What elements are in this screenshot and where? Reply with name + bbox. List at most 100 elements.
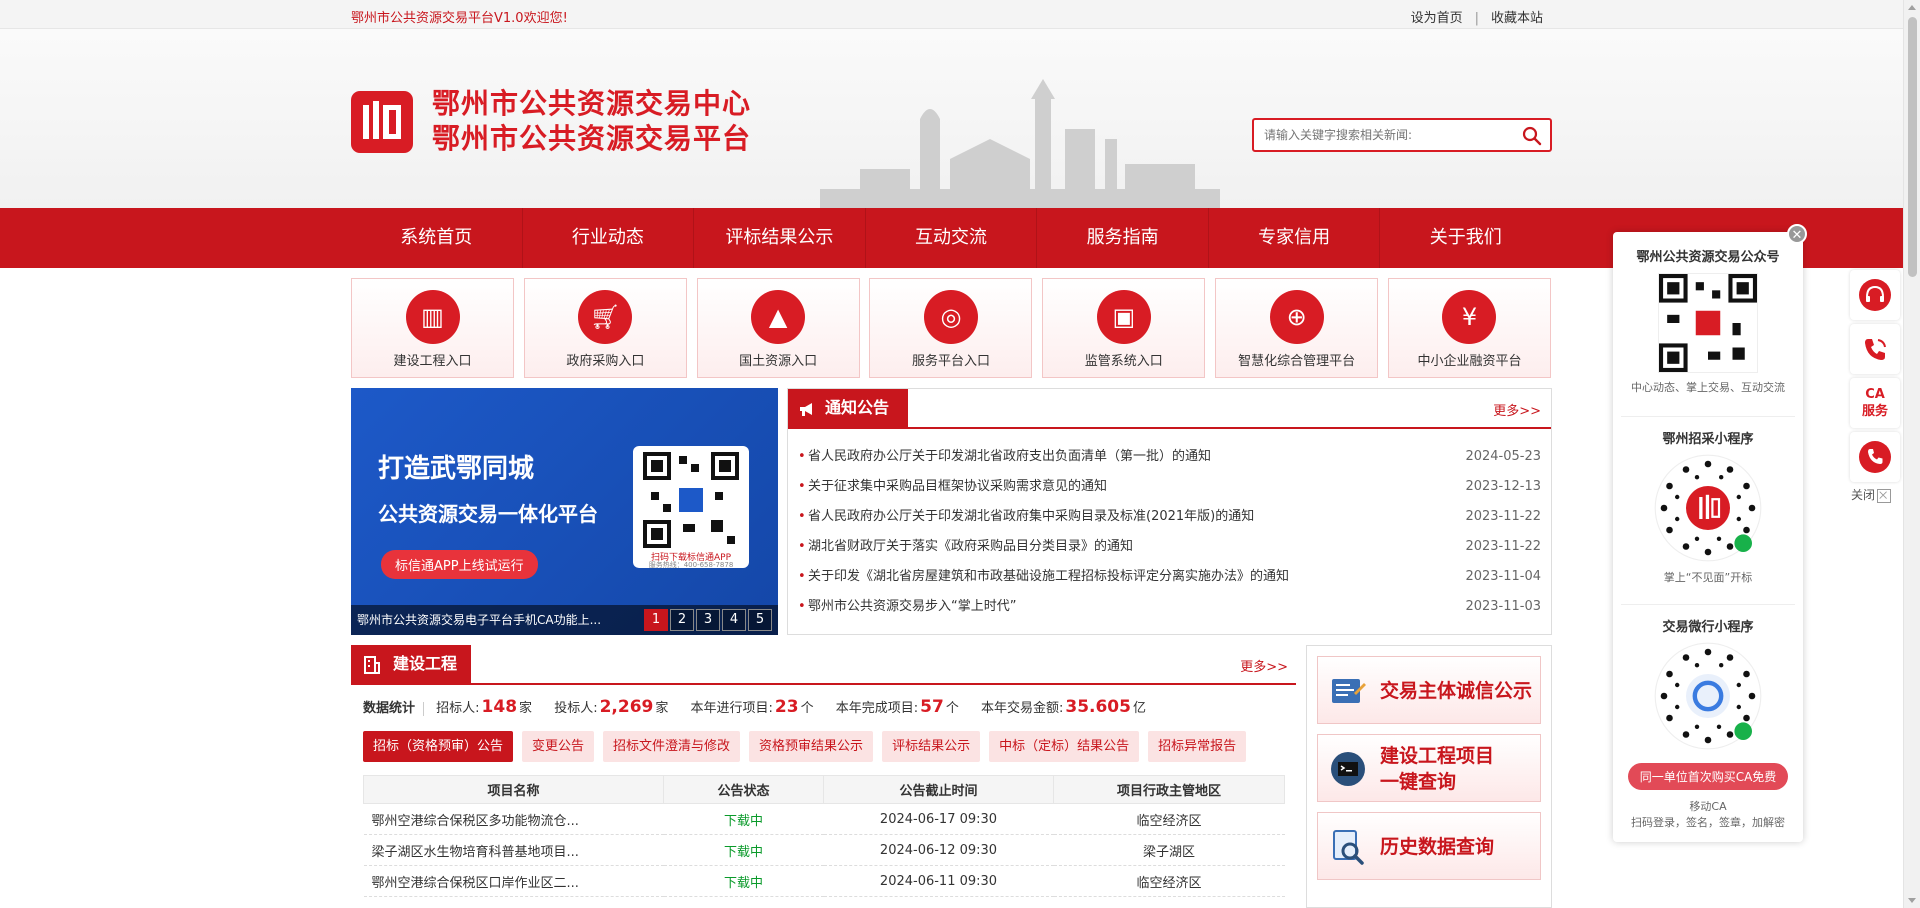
notice-item-title[interactable]: 鄂州市公共资源交易步入“掌上时代”: [808, 599, 1016, 614]
top-links: 设为首页 | 收藏本站: [1403, 7, 1551, 26]
search-icon[interactable]: [1522, 126, 1542, 146]
nav-item-bid-results[interactable]: 评标结果公示: [694, 208, 866, 268]
list-item[interactable]: 省人民政府办公厅关于印发湖北省政府集中采购目录及标准(2021年版)的通知 202…: [798, 502, 1541, 532]
site-logo-icon[interactable]: [351, 91, 413, 153]
qr-code-icon: [643, 452, 739, 548]
side-floating-toolbar: CA 服务: [1850, 270, 1900, 486]
list-item[interactable]: 关于印发《湖北省房屋建筑和市政基础设施工程招标投标评定分离实施办法》的通知 202…: [798, 562, 1541, 592]
stat-amount-label: 本年交易金额:: [980, 701, 1064, 716]
banner-page-4[interactable]: 4: [722, 609, 746, 631]
entry-service-platform[interactable]: ◎ 服务平台入口: [869, 278, 1033, 378]
close-icon[interactable]: ✕: [1787, 224, 1807, 244]
side-toolbar-close[interactable]: 关闭: [1851, 486, 1892, 503]
nav-item-interaction[interactable]: 互动交流: [866, 208, 1038, 268]
entry-smart-management[interactable]: ⊕ 智慧化综合管理平台: [1215, 278, 1379, 378]
site-title: 鄂州市公共资源交易中心 鄂州市公共资源交易平台: [432, 86, 751, 156]
nav-item-home[interactable]: 系统首页: [351, 208, 523, 268]
list-item[interactable]: 湖北省财政厅关于落实《政府采购品目分类目录》的通知 2023-11-22: [798, 532, 1541, 562]
construction-title: 建设工程: [393, 654, 458, 673]
construction-more-link[interactable]: 更多>>: [1240, 656, 1288, 675]
nav-item-industry-news[interactable]: 行业动态: [523, 208, 695, 268]
tab-exception-report[interactable]: 招标异常报告: [1148, 731, 1247, 762]
search-input[interactable]: [1264, 120, 1514, 150]
site-title-line1: 鄂州市公共资源交易中心: [432, 87, 752, 120]
customer-service-button[interactable]: [1850, 270, 1900, 320]
notice-panel: 通知公告 更多>> 省人民政府办公厅关于印发湖北省政府支出负面清单（第一批）的通…: [787, 388, 1552, 635]
bookmark-site-link[interactable]: 收藏本站: [1491, 11, 1543, 26]
banner-page-1[interactable]: 1: [644, 609, 668, 631]
nav-item-service-guide[interactable]: 服务指南: [1037, 208, 1209, 268]
notice-item-date: 2024-05-23: [1465, 449, 1541, 464]
table-header-row: 项目名称 公告状态 公告截止时间 项目行政主管地区: [363, 775, 1285, 804]
nav-item-expert-credit[interactable]: 专家信用: [1209, 208, 1381, 268]
ca-free-button[interactable]: 同一单位首次购买CA免费: [1627, 763, 1789, 790]
stat-completed-value: 57: [920, 697, 944, 717]
tab-bid-evaluation[interactable]: 评标结果公示: [882, 731, 981, 762]
list-item[interactable]: 关于征求集中采购品目框架协议采购需求意见的通知 2023-12-13: [798, 472, 1541, 502]
credit-publicity-label: 交易主体诚信公示: [1380, 680, 1533, 702]
notice-item-title[interactable]: 关于征求集中采购品目框架协议采购需求意见的通知: [808, 479, 1107, 494]
entry-supervision-system[interactable]: ▣ 监管系统入口: [1042, 278, 1206, 378]
notice-item-date: 2023-11-04: [1465, 569, 1541, 584]
close-box-icon: [1877, 488, 1892, 503]
set-homepage-link[interactable]: 设为首页: [1411, 11, 1463, 26]
cell-deadline: 2024-06-12 09:30: [823, 834, 1054, 866]
stat-ongoing-label: 本年进行项目:: [690, 701, 773, 716]
construction-tab[interactable]: 建设工程: [351, 645, 471, 685]
entry-land-resources[interactable]: ▲ 国土资源入口: [696, 278, 860, 378]
phone-button[interactable]: [1850, 432, 1900, 482]
qr-floating-panel: ✕ 鄂州公共资源交易公众号 中心动态、掌上交易、互动交流 鄂州招采小程序 掌上“…: [1613, 224, 1807, 842]
history-query-button[interactable]: 历史数据查询: [1317, 812, 1541, 880]
notice-item-title[interactable]: 省人民政府办公厅关于印发湖北省政府支出负面清单（第一批）的通知: [808, 449, 1211, 464]
entry-government-procurement[interactable]: 🛒︎ 政府采购入口: [523, 278, 687, 378]
stat-bidders-label: 投标人:: [554, 701, 598, 716]
banner-pager: 1 2 3 4 5: [642, 609, 772, 631]
entry-construction[interactable]: ▥ 建设工程入口: [351, 278, 514, 378]
notice-item-title[interactable]: 湖北省财政厅关于落实《政府采购品目分类目录》的通知: [808, 539, 1133, 554]
tab-clarification[interactable]: 招标文件澄清与修改: [603, 731, 741, 762]
tab-award-result[interactable]: 中标（定标）结果公告: [989, 731, 1140, 762]
table-row[interactable]: 梁子湖区水生物培育科普基地项目... 下载中 2024-06-12 09:30 …: [363, 834, 1285, 866]
banner-page-5[interactable]: 5: [748, 609, 772, 631]
scrollbar-thumb[interactable]: [1908, 17, 1917, 277]
table-row[interactable]: 鄂州空港综合保税区口岸作业区二... 下载中 2024-06-11 09:30 …: [363, 865, 1285, 897]
entry-sme-financing[interactable]: ¥ 中小企业融资平台: [1387, 278, 1551, 378]
top-links-separator: |: [1474, 11, 1479, 26]
entry-label: 建设工程入口: [393, 354, 472, 369]
tab-tender-notice[interactable]: 招标（资格预审）公告: [363, 731, 514, 762]
notice-item-date: 2023-11-22: [1465, 509, 1541, 524]
notice-tab[interactable]: 通知公告: [788, 389, 908, 429]
scroll-down-arrow-icon[interactable]: [1908, 898, 1916, 903]
banner-page-2[interactable]: 2: [670, 609, 694, 631]
banner-page-3[interactable]: 3: [696, 609, 720, 631]
notice-more-link[interactable]: 更多>>: [1493, 400, 1541, 419]
notice-item-title[interactable]: 关于印发《湖北省房屋建筑和市政基础设施工程招标投标评定分离实施办法》的通知: [808, 569, 1289, 584]
credit-publicity-button[interactable]: 交易主体诚信公示: [1317, 656, 1541, 724]
miniprogram-code-icon: [1654, 454, 1762, 562]
cell-project-name[interactable]: 梁子湖区水生物培育科普基地项目...: [363, 834, 664, 866]
scroll-up-arrow-icon[interactable]: [1908, 5, 1916, 10]
list-item[interactable]: 省人民政府办公厅关于印发湖北省政府支出负面清单（第一批）的通知 2024-05-2…: [798, 442, 1541, 472]
hotline-button[interactable]: [1850, 324, 1900, 374]
search-doc-icon: [1333, 830, 1364, 865]
ca-service-label-line1: CA: [1865, 387, 1885, 402]
notice-item-title[interactable]: 省人民政府办公厅关于印发湖北省政府集中采购目录及标准(2021年版)的通知: [808, 509, 1254, 524]
col-deadline: 公告截止时间: [823, 775, 1054, 804]
page-scrollbar[interactable]: [1903, 0, 1920, 908]
ca-service-button[interactable]: CA 服务: [1850, 378, 1900, 428]
construction-subtabs: 招标（资格预审）公告 变更公告 招标文件澄清与修改 资格预审结果公示 评标结果公…: [363, 731, 1255, 762]
monitor-icon: ▣: [1096, 290, 1151, 344]
tab-prequal-result[interactable]: 资格预审结果公示: [749, 731, 874, 762]
cell-project-name[interactable]: 鄂州空港综合保税区口岸作业区二...: [363, 865, 664, 897]
project-query-label: 建设工程项目 一键查询: [1380, 735, 1494, 803]
banner-carousel[interactable]: 打造武鄂同城 公共资源交易一体化平台 标信通APP上线试运行 扫码下载标信通AP…: [351, 388, 778, 635]
tab-change-notice[interactable]: 变更公告: [522, 731, 595, 762]
list-item[interactable]: 鄂州市公共资源交易步入“掌上时代” 2023-11-03: [798, 592, 1541, 622]
terminal-icon: [1331, 752, 1365, 786]
phone-icon: [1859, 441, 1891, 473]
nav-item-about-us[interactable]: 关于我们: [1380, 208, 1551, 268]
table-row[interactable]: 鄂州空港综合保税区多功能物流仓... 下载中 2024-06-17 09:30 …: [363, 803, 1285, 835]
notice-header: 通知公告 更多>>: [788, 389, 1551, 429]
cell-project-name[interactable]: 鄂州空港综合保税区多功能物流仓...: [363, 803, 664, 835]
project-query-button[interactable]: 建设工程项目 一键查询: [1317, 734, 1541, 802]
